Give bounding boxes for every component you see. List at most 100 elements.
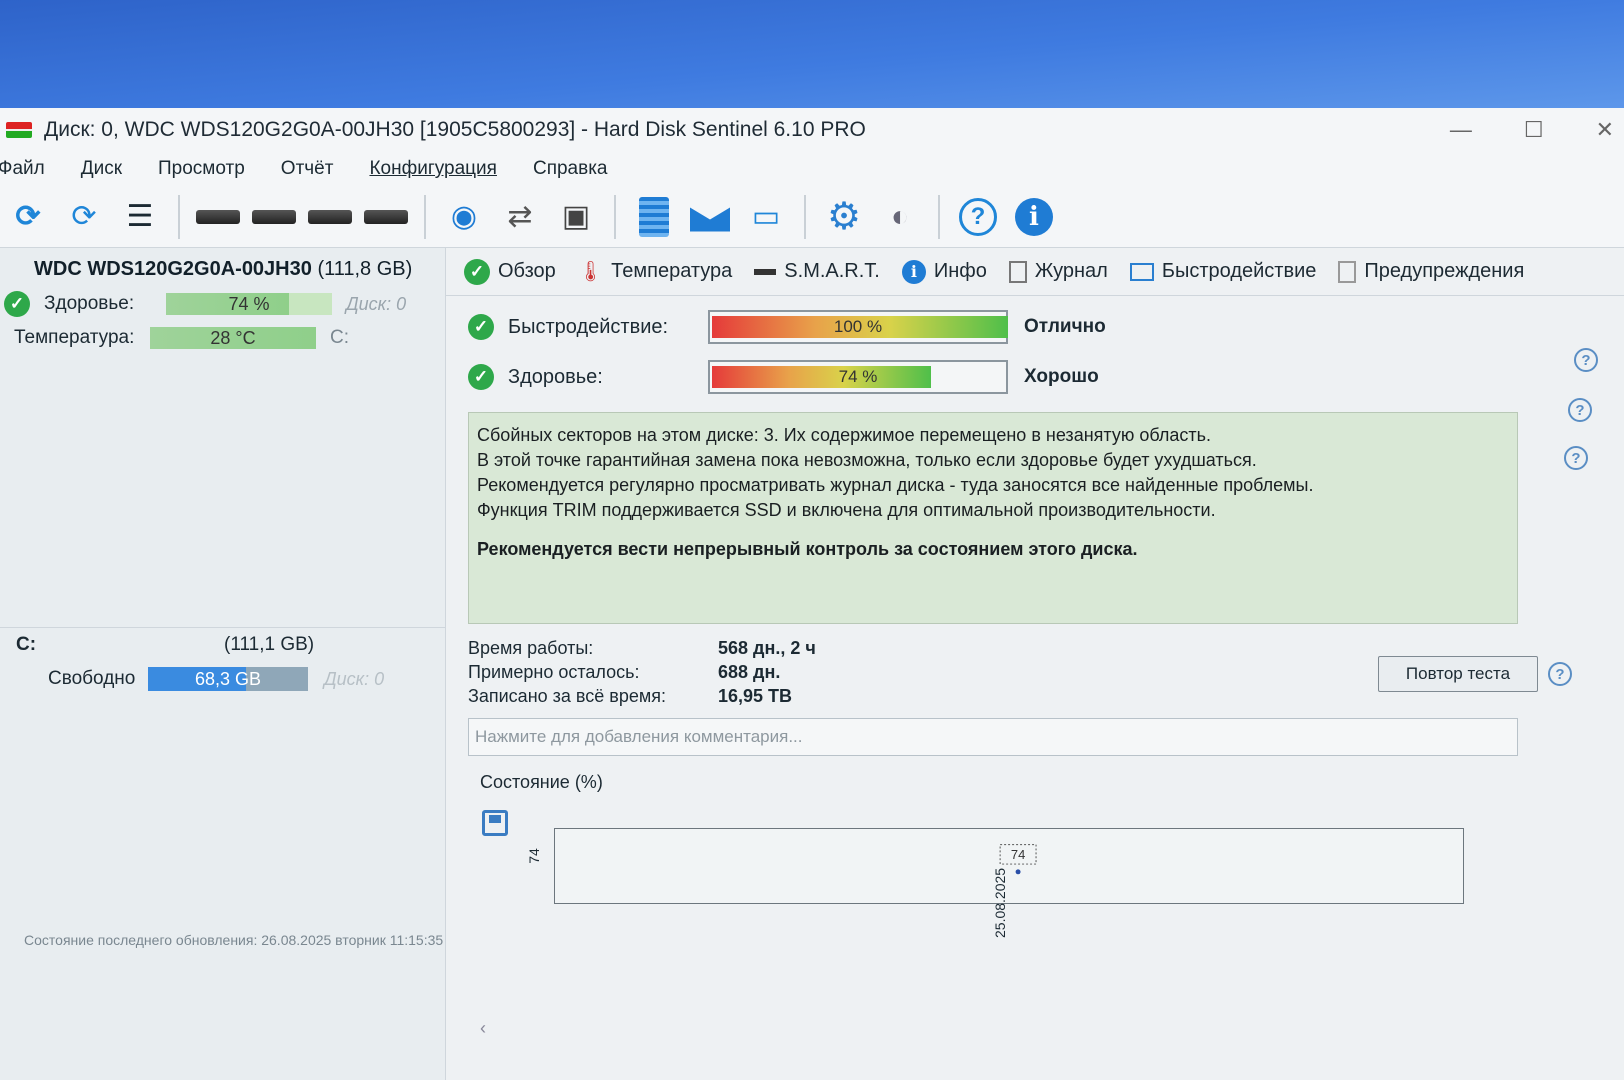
help-icon[interactable]: ?	[1564, 446, 1588, 470]
main-area: WDC WDS120G2G0A-00JH30 (111,8 GB) ✓ Здор…	[0, 248, 1624, 1080]
menu-report[interactable]: Отчёт	[281, 158, 334, 180]
check-icon: ✓	[468, 314, 494, 340]
message-line: Функция TRIM поддерживается SSD и включе…	[477, 500, 1216, 520]
performance-label: Быстродействие:	[508, 315, 669, 338]
temperature-row: Температура: 28 °C C:	[0, 321, 445, 355]
network-icon[interactable]: ⇄	[496, 193, 544, 241]
menu-file[interactable]: Файл	[0, 158, 45, 180]
tab-log[interactable]: Журнал	[1008, 260, 1108, 283]
volume-capacity: (111,1 GB)	[224, 634, 315, 655]
mail-icon[interactable]	[686, 193, 734, 241]
performance-row: ✓ Быстродействие: 100 % Отлично	[468, 310, 1106, 344]
health-overview-value: 74 %	[838, 367, 878, 386]
check-icon: ✓	[468, 364, 494, 390]
help-icon[interactable]: ?	[1568, 398, 1592, 422]
state-chart-label: Состояние (%)	[480, 772, 603, 792]
gear-icon[interactable]: ⚙	[820, 193, 868, 241]
comment-field[interactable]: Нажмите для добавления комментария...	[468, 718, 1518, 756]
report-icon[interactable]	[630, 193, 678, 241]
health-row: ✓ Здоровье: 74 % Диск: 0	[0, 287, 445, 321]
free-value: 68,3 GB	[194, 668, 262, 689]
maximize-button[interactable]: ☐	[1524, 117, 1544, 143]
tab-performance[interactable]: Быстродействие	[1129, 260, 1317, 283]
tab-temperature-label: Температура	[611, 260, 733, 282]
app-logo-icon	[6, 122, 32, 138]
disk-sidebar: WDC WDS120G2G0A-00JH30 (111,8 GB) ✓ Здор…	[0, 248, 446, 1080]
tab-warnings[interactable]: Предупреждения	[1338, 260, 1524, 283]
monitor-icon[interactable]: ▭	[742, 193, 790, 241]
thermometer-icon: 🌡	[577, 261, 604, 283]
written-row: Записано за всё время: 16,95 TB	[468, 684, 816, 708]
help-icon[interactable]: ?	[1548, 662, 1572, 686]
check-icon: ✓	[464, 258, 490, 285]
warnings-icon	[1338, 260, 1357, 283]
disk-model: WDC WDS120G2G0A-00JH30	[34, 258, 312, 280]
close-button[interactable]: ✕	[1596, 117, 1614, 143]
health-disk: Диск: 0	[346, 293, 407, 314]
disk-timer-icon[interactable]	[250, 193, 298, 241]
toolbar-separator	[804, 194, 806, 239]
tab-temperature[interactable]: 🌡 Температура	[578, 259, 733, 284]
menu-configuration[interactable]: Конфигурация	[369, 158, 497, 180]
volume-card[interactable]: C: (111,1 GB) Свободно 68,3 GB Диск: 0	[0, 618, 446, 696]
free-label: Свободно	[48, 668, 136, 689]
health-overview-verdict: Хорошо	[1024, 366, 1099, 387]
performance-bar: 100 %	[708, 310, 1008, 344]
window-title: Диск: 0, WDC WDS120G2G0A-00JH30 [1905C58…	[44, 118, 866, 141]
window-controls: — ☐ ✕	[1450, 117, 1624, 143]
disk-stats: Время работы: 568 дн., 2 ч Примерно оста…	[468, 636, 816, 708]
uptime-row: Время работы: 568 дн., 2 ч	[468, 636, 816, 660]
minimize-button[interactable]: —	[1450, 117, 1472, 143]
toolbar-separator	[614, 194, 616, 239]
toolbar-separator	[424, 194, 426, 239]
tab-bar: ✓ Обзор 🌡 Температура S.M.A.R.T. i Инфо	[446, 248, 1624, 296]
smart-icon	[754, 268, 777, 275]
remaining-label: Примерно осталось:	[468, 661, 640, 682]
disk-card[interactable]: WDC WDS120G2G0A-00JH30 (111,8 GB) ✓ Здор…	[0, 248, 445, 628]
temperature-label: Температура:	[14, 327, 135, 348]
scroll-left-arrow[interactable]: ‹	[480, 1018, 486, 1039]
refresh-icon[interactable]: ⟳	[4, 193, 52, 241]
help-icon[interactable]: ?	[954, 193, 1002, 241]
volume-letter: C:	[16, 634, 37, 655]
chart-canvas: 74	[999, 844, 1037, 875]
free-disk: Диск: 0	[324, 668, 385, 689]
free-space-bar: 68,3 GB	[148, 667, 308, 691]
menu-view[interactable]: Просмотр	[158, 158, 245, 180]
disk-search-icon[interactable]	[362, 193, 410, 241]
disk-check-icon[interactable]	[306, 193, 354, 241]
temperature-bar: 28 °C	[150, 327, 316, 349]
disk-icon[interactable]	[194, 193, 242, 241]
help-icon[interactable]: ?	[1574, 348, 1598, 372]
menu-disk[interactable]: Диск	[81, 158, 122, 180]
document-icon	[1008, 260, 1027, 283]
health-label: Здоровье:	[44, 293, 135, 314]
message-line: Сбойных секторов на этом диске: 3. Их со…	[477, 425, 1211, 445]
health-overview-row: ✓ Здоровье: 74 % Хорошо	[468, 360, 1099, 394]
y-tick-label: 74	[525, 848, 542, 864]
save-icon[interactable]	[482, 810, 508, 836]
health-bar: 74 %	[166, 293, 332, 315]
tab-info[interactable]: i Инфо	[901, 259, 987, 284]
toolbar-separator	[178, 194, 180, 239]
disk-list-icon[interactable]: ☰	[116, 193, 164, 241]
performance-verdict: Отлично	[1024, 316, 1106, 337]
retest-button[interactable]: Повтор теста	[1378, 656, 1538, 692]
tab-overview[interactable]: ✓ Обзор	[464, 258, 556, 285]
tab-smart[interactable]: S.M.A.R.T.	[754, 260, 880, 283]
written-value: 16,95 TB	[718, 685, 793, 706]
performance-chart-icon	[1129, 262, 1154, 281]
globe-disk-icon[interactable]: ◉	[440, 193, 488, 241]
tab-performance-label: Быстродействие	[1161, 260, 1317, 282]
disk-title: WDC WDS120G2G0A-00JH30 (111,8 GB)	[0, 258, 445, 281]
sound-icon[interactable]: ◐	[876, 193, 924, 241]
refresh-warning-icon[interactable]: ⟳	[60, 193, 108, 241]
data-point	[1015, 869, 1021, 875]
computer-icon[interactable]: ▣	[552, 193, 600, 241]
uptime-label: Время работы:	[468, 637, 594, 658]
tab-overview-label: Обзор	[498, 260, 556, 282]
info-icon[interactable]: i	[1010, 193, 1058, 241]
overview-panel: ✓ Обзор 🌡 Температура S.M.A.R.T. i Инфо	[446, 248, 1624, 1080]
menu-help[interactable]: Справка	[533, 158, 608, 180]
check-icon: ✓	[4, 291, 30, 317]
